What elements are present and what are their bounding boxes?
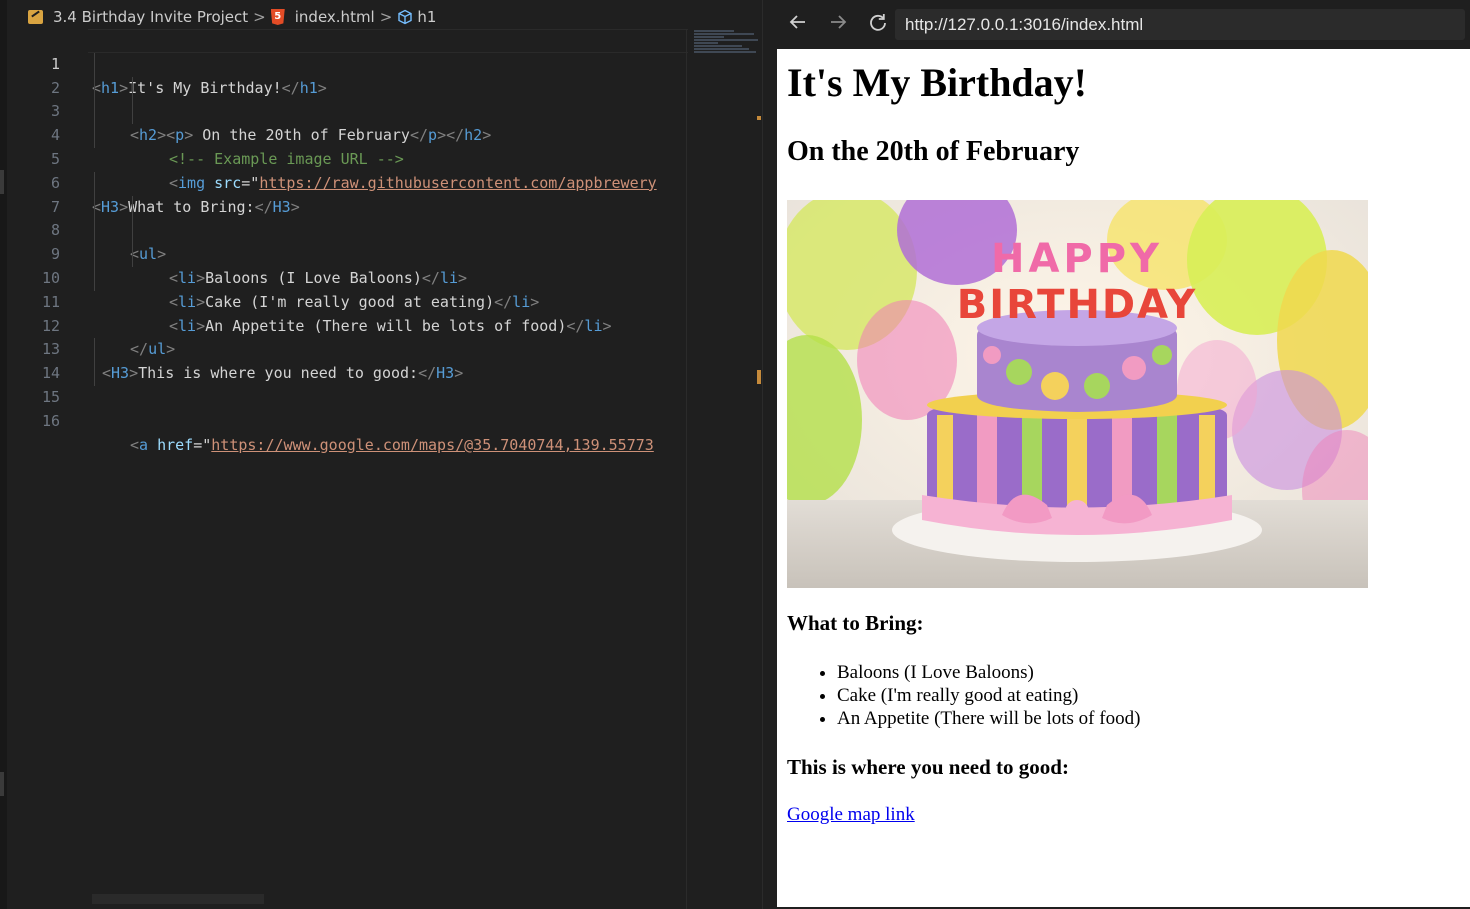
code-line[interactable]: 14 <box>0 338 690 382</box>
code-line[interactable]: 13 <H3>This is where you need to good:</… <box>0 315 690 382</box>
code-line[interactable]: 6 <H3>What to Bring:</H3> <box>0 148 690 216</box>
code-string[interactable]: https://www.google.com/maps/@35.7040744,… <box>211 436 654 454</box>
code-editor[interactable]: 3.4 Birthday Invite Project > 5 index.ht… <box>0 0 762 909</box>
code-line[interactable]: 12 <box>0 291 690 335</box>
code-attribute: href <box>157 435 194 454</box>
code-line[interactable]: 16 <box>0 386 690 430</box>
split-divider[interactable] <box>762 0 777 909</box>
rendered-page: It's My Birthday! On the 20th of Februar… <box>787 49 1467 907</box>
breadcrumb: 3.4 Birthday Invite Project > 5 index.ht… <box>28 6 436 28</box>
cake-topper-happy: HAPPY <box>991 236 1163 282</box>
line-number: 16 <box>41 411 60 430</box>
arrow-right-icon <box>831 15 847 29</box>
url-bar[interactable]: http://127.0.0.1:3016/index.html <box>895 9 1465 40</box>
code-lines[interactable]: 1 <h1>It's My Birthday!</h1> 2 <h2><p> O… <box>0 29 690 454</box>
code-line[interactable]: 7 <ul> <box>0 171 690 263</box>
minimap[interactable] <box>694 30 760 64</box>
folder-icon <box>28 10 43 24</box>
list-item: Baloons (I Love Baloons) <box>837 661 1140 684</box>
code-line[interactable]: 10 <li>An Appetite (There will be lots o… <box>0 243 690 335</box>
code-line[interactable]: 15 <a href="https://www.google.com/maps/… <box>0 362 690 454</box>
section-heading-location: This is where you need to good: <box>787 755 1069 779</box>
back-button[interactable] <box>785 12 811 38</box>
code-line[interactable]: 11 </ul> <box>0 266 690 358</box>
cake-topper-birthday: BIRTHDAY <box>957 282 1197 328</box>
browser-toolbar: http://127.0.0.1:3016/index.html <box>777 0 1470 49</box>
overview-ruler-mark <box>757 370 761 384</box>
strip-marker <box>0 772 4 796</box>
list-item: An Appetite (There will be lots of food) <box>837 707 1140 730</box>
breadcrumb-separator: > <box>379 8 393 26</box>
google-map-link[interactable]: Google map link <box>787 804 915 826</box>
code-line[interactable]: 8 <li>Baloons (I Love Baloons)</li> <box>0 195 690 287</box>
page-subtitle: On the 20th of February <box>787 136 1080 167</box>
browser-preview: http://127.0.0.1:3016/index.html It's My… <box>777 0 1470 909</box>
birthday-cake-image: HAPPY BIRTHDAY <box>787 200 1368 588</box>
code-line[interactable]: 2 <h2><p> On the 20th of February</p></h… <box>0 52 690 144</box>
cake-illustration: HAPPY BIRTHDAY <box>787 200 1368 588</box>
arrow-left-icon <box>789 15 805 29</box>
overview-ruler-mark <box>757 116 761 120</box>
code-line[interactable]: 4 <img src="https://raw.githubuserconten… <box>0 100 690 192</box>
page-title: It's My Birthday! <box>787 60 1087 105</box>
code-line[interactable]: 1 <h1>It's My Birthday!</h1> <box>0 29 690 97</box>
code-line[interactable]: 9 <li>Cake (I'm really good at eating)</… <box>0 219 690 311</box>
html5-icon: 5 <box>270 9 285 25</box>
breadcrumb-element[interactable]: h1 <box>417 8 436 26</box>
list-item: Cake (I'm really good at eating) <box>837 684 1140 707</box>
editor-ruler <box>686 29 687 909</box>
breadcrumb-file[interactable]: index.html <box>295 8 375 26</box>
code-line[interactable]: 5 <box>0 124 690 168</box>
bring-list: Baloons (I Love Baloons) Cake (I'm reall… <box>837 661 1140 730</box>
breadcrumb-folder[interactable]: 3.4 Birthday Invite Project <box>53 8 248 26</box>
horizontal-scrollbar[interactable] <box>92 894 264 904</box>
reload-icon <box>870 14 886 31</box>
section-heading-bring: What to Bring: <box>787 611 924 635</box>
breadcrumb-separator: > <box>253 8 266 26</box>
reload-button[interactable] <box>865 12 891 38</box>
code-line[interactable]: 3 <!-- Example image URL --> <box>0 76 690 168</box>
code-token: a <box>139 435 149 454</box>
cube-icon <box>398 9 413 25</box>
forward-button[interactable] <box>825 12 851 38</box>
